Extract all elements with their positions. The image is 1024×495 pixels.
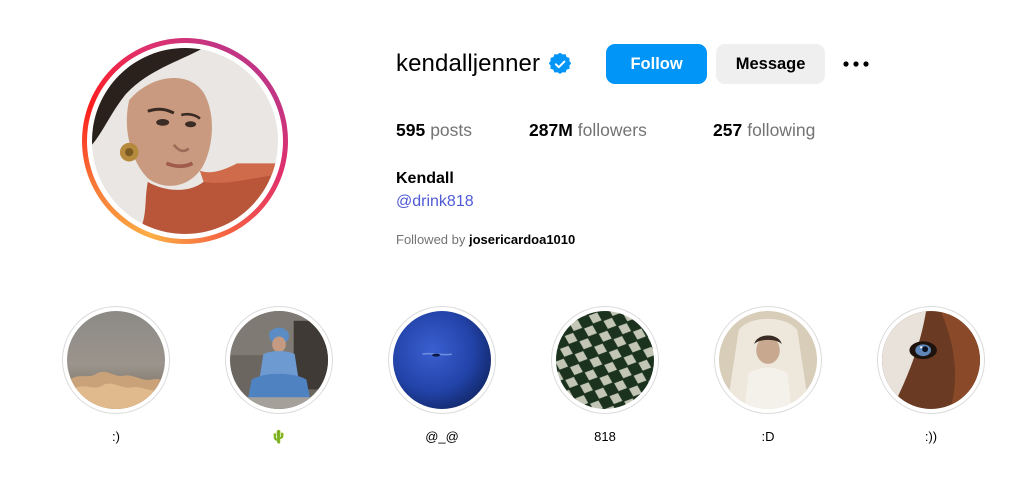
followers-count: 287M (529, 120, 573, 140)
highlight-item[interactable]: :)) (871, 306, 991, 445)
profile-avatar (92, 48, 278, 234)
highlight-cover (882, 311, 980, 409)
bio-display-name: Kendall (396, 170, 454, 187)
followed-by[interactable]: Followed by josericardoa1010 (396, 232, 575, 247)
highlight-cover (393, 311, 491, 409)
profile-avatar-frame (87, 43, 283, 239)
followed-by-prefix: Followed by (396, 232, 466, 247)
following-label: following (747, 120, 816, 140)
highlight-ring (714, 306, 822, 414)
highlight-item[interactable]: :D (708, 306, 828, 445)
highlight-ring (877, 306, 985, 414)
highlight-cover (67, 311, 165, 409)
posts-stat: 595 posts (396, 120, 529, 141)
highlight-item[interactable]: @_@ (382, 306, 502, 445)
followed-by-user: josericardoa1010 (469, 232, 576, 247)
username[interactable]: kendalljenner (396, 50, 540, 78)
highlight-item[interactable]: 🌵 (219, 306, 339, 445)
posts-label: posts (430, 120, 473, 140)
highlight-label: 818 (594, 429, 616, 444)
highlight-cover (230, 311, 328, 409)
highlight-ring (551, 306, 659, 414)
verified-badge-icon (549, 53, 572, 75)
story-highlights: :) 🌵 @_@ 818:D:)) (0, 306, 1024, 466)
profile-avatar-story-ring[interactable] (82, 38, 288, 244)
posts-count: 595 (396, 120, 426, 140)
highlight-cover (556, 311, 654, 409)
followers-label: followers (577, 120, 647, 140)
highlight-label: :D (761, 429, 775, 444)
highlight-cover (719, 311, 817, 409)
highlight-label: 🌵 (270, 429, 288, 444)
profile-stats: 595 posts 287M followers 257 following (396, 120, 815, 141)
followers-stat[interactable]: 287M followers (529, 120, 713, 141)
following-count: 257 (713, 120, 743, 140)
following-stat[interactable]: 257 following (713, 120, 815, 141)
profile-header: kendalljenner Follow Message (396, 44, 871, 84)
highlight-ring (62, 306, 170, 414)
highlight-label: :) (112, 429, 120, 444)
highlight-label: @_@ (425, 429, 459, 444)
highlight-label: :)) (924, 429, 938, 444)
message-button[interactable]: Message (716, 44, 826, 84)
bio-mention-link[interactable]: @drink818 (396, 193, 474, 211)
follow-button[interactable]: Follow (606, 44, 708, 84)
highlight-item[interactable]: 818 (545, 306, 665, 445)
more-options-icon[interactable] (841, 49, 871, 79)
highlight-ring (225, 306, 333, 414)
highlight-item[interactable]: :) (56, 306, 176, 445)
highlight-ring (388, 306, 496, 414)
